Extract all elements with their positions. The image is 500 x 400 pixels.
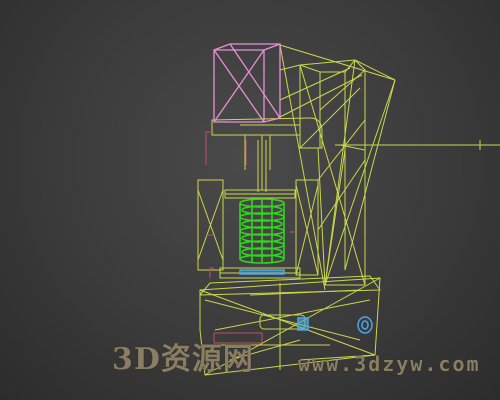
machine-head-frame[interactable]: [277, 59, 366, 286]
fan-lines: [279, 44, 396, 291]
watermark-logo-text: 3D资源网: [112, 342, 254, 377]
3d-viewport[interactable]: 3D资源网 www.3dzyw.com: [0, 0, 500, 400]
watermark-url: www.3dzyw.com: [298, 352, 481, 376]
bellows-spring[interactable]: [239, 198, 285, 264]
selected-box[interactable]: [213, 43, 281, 123]
arm-connector[interactable]: [211, 117, 323, 190]
axis-line: [335, 140, 500, 151]
